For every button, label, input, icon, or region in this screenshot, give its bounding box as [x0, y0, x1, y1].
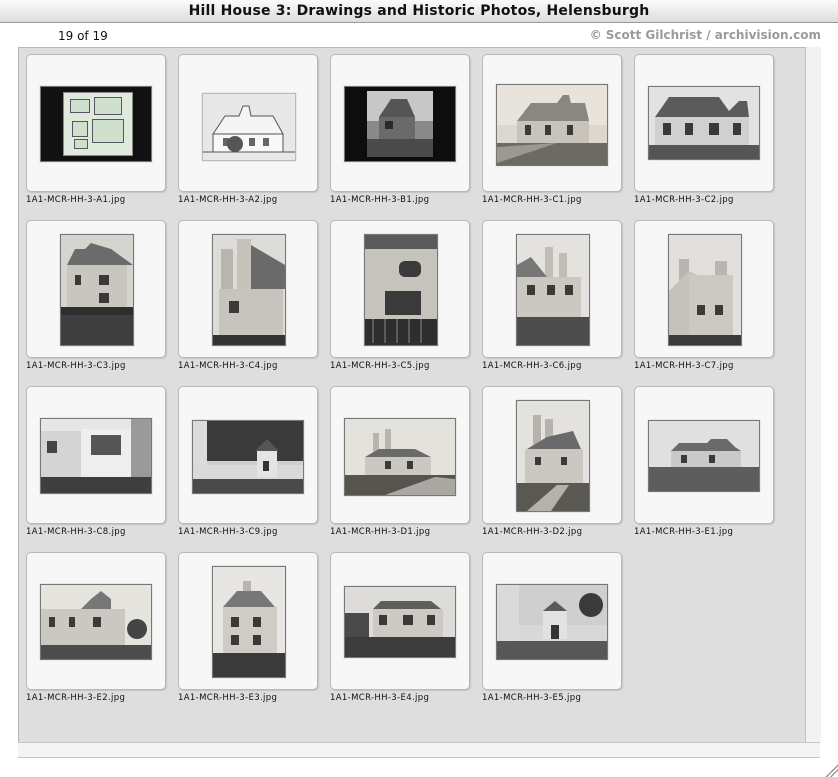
thumbnail-image[interactable]: [344, 586, 456, 658]
thumbnail-frame[interactable]: [330, 54, 470, 192]
thumbnail-image[interactable]: [516, 400, 590, 512]
thumbnail-frame[interactable]: [482, 220, 622, 358]
thumbnail-frame[interactable]: [634, 54, 774, 192]
info-bar: 19 of 19 © Scott Gilchrist / archivision…: [0, 23, 838, 47]
thumbnail-caption: 1A1-MCR-HH-3-C9.jpg: [178, 527, 278, 537]
thumbnail-image[interactable]: [202, 93, 296, 161]
window-title: Hill House 3: Drawings and Historic Phot…: [0, 0, 838, 23]
thumbnail-caption: 1A1-MCR-HH-3-E4.jpg: [330, 693, 430, 703]
thumbnail[interactable]: 1A1-MCR-HH-3-E4.jpg: [330, 552, 470, 718]
thumbnail[interactable]: 1A1-MCR-HH-3-E5.jpg: [482, 552, 622, 718]
thumbnail-caption: 1A1-MCR-HH-3-A2.jpg: [178, 195, 278, 205]
thumbnail-caption: 1A1-MCR-HH-3-B1.jpg: [330, 195, 430, 205]
thumbnail-frame[interactable]: [26, 552, 166, 690]
thumbnail-caption: 1A1-MCR-HH-3-D2.jpg: [482, 527, 583, 537]
thumbnail-image[interactable]: [344, 86, 456, 162]
thumbnail-frame[interactable]: [178, 386, 318, 524]
thumbnail-caption: 1A1-MCR-HH-3-C7.jpg: [634, 361, 734, 371]
thumbnail-image[interactable]: [496, 584, 608, 660]
thumbnail-frame[interactable]: [26, 386, 166, 524]
thumbnail-gallery: 1A1-MCR-HH-3-A1.jpg 1A1-MCR-HH-3-A2.jpg: [18, 47, 806, 742]
vertical-scrollbar[interactable]: [805, 47, 821, 742]
thumbnail[interactable]: 1A1-MCR-HH-3-E3.jpg: [178, 552, 318, 718]
thumbnail-frame[interactable]: [330, 552, 470, 690]
thumbnail-frame[interactable]: [634, 220, 774, 358]
thumbnail-caption: 1A1-MCR-HH-3-D1.jpg: [330, 527, 431, 537]
thumbnail[interactable]: 1A1-MCR-HH-3-D2.jpg: [482, 386, 622, 552]
thumbnail-caption: 1A1-MCR-HH-3-C5.jpg: [330, 361, 430, 371]
thumbnail-image[interactable]: [212, 234, 286, 346]
thumbnail-image[interactable]: [344, 418, 456, 496]
thumbnail[interactable]: 1A1-MCR-HH-3-B1.jpg: [330, 54, 470, 220]
thumbnail-caption: 1A1-MCR-HH-3-E5.jpg: [482, 693, 582, 703]
thumbnail[interactable]: 1A1-MCR-HH-3-C4.jpg: [178, 220, 318, 386]
thumbnail[interactable]: 1A1-MCR-HH-3-A1.jpg: [26, 54, 166, 220]
thumbnail-frame[interactable]: [482, 552, 622, 690]
thumbnail-caption: 1A1-MCR-HH-3-C6.jpg: [482, 361, 582, 371]
thumbnail-frame[interactable]: [330, 386, 470, 524]
thumbnail-caption: 1A1-MCR-HH-3-E2.jpg: [26, 693, 126, 703]
image-count: 19 of 19: [58, 29, 108, 43]
thumbnail[interactable]: 1A1-MCR-HH-3-D1.jpg: [330, 386, 470, 552]
horizontal-scrollbar[interactable]: [18, 742, 820, 758]
thumbnail[interactable]: 1A1-MCR-HH-3-C8.jpg: [26, 386, 166, 552]
thumbnail[interactable]: 1A1-MCR-HH-3-E1.jpg: [634, 386, 774, 552]
thumbnail[interactable]: 1A1-MCR-HH-3-C1.jpg: [482, 54, 622, 220]
thumbnail[interactable]: 1A1-MCR-HH-3-C5.jpg: [330, 220, 470, 386]
thumbnail-caption: 1A1-MCR-HH-3-C3.jpg: [26, 361, 126, 371]
thumbnail-caption: 1A1-MCR-HH-3-C1.jpg: [482, 195, 582, 205]
thumbnail[interactable]: 1A1-MCR-HH-3-C9.jpg: [178, 386, 318, 552]
thumbnail-caption: 1A1-MCR-HH-3-E1.jpg: [634, 527, 734, 537]
thumbnail-image[interactable]: [496, 84, 608, 166]
thumbnail-frame[interactable]: [178, 220, 318, 358]
thumbnail-image[interactable]: [648, 86, 760, 160]
thumbnail-image[interactable]: [40, 418, 152, 494]
thumbnail-image[interactable]: [648, 420, 760, 492]
thumbnail-image[interactable]: [60, 234, 134, 346]
thumbnail-image[interactable]: [40, 584, 152, 660]
thumbnail-frame[interactable]: [178, 54, 318, 192]
thumbnail-image[interactable]: [192, 420, 304, 494]
thumbnail-image[interactable]: [516, 234, 590, 346]
thumbnail-frame[interactable]: [26, 220, 166, 358]
copyright-credit: © Scott Gilchrist / archivision.com: [589, 28, 821, 42]
thumbnail[interactable]: 1A1-MCR-HH-3-C3.jpg: [26, 220, 166, 386]
thumbnail-caption: 1A1-MCR-HH-3-C8.jpg: [26, 527, 126, 537]
thumbnail[interactable]: 1A1-MCR-HH-3-C7.jpg: [634, 220, 774, 386]
thumbnail-caption: 1A1-MCR-HH-3-C2.jpg: [634, 195, 734, 205]
thumbnail[interactable]: 1A1-MCR-HH-3-C6.jpg: [482, 220, 622, 386]
thumbnail[interactable]: 1A1-MCR-HH-3-E2.jpg: [26, 552, 166, 718]
thumbnail-caption: 1A1-MCR-HH-3-C4.jpg: [178, 361, 278, 371]
thumbnail-frame[interactable]: [634, 386, 774, 524]
thumbnail-image[interactable]: [364, 234, 438, 346]
thumbnail-caption: 1A1-MCR-HH-3-E3.jpg: [178, 693, 278, 703]
thumbnail-image[interactable]: [40, 86, 152, 162]
thumbnail-image[interactable]: [668, 234, 742, 346]
thumbnail-frame[interactable]: [330, 220, 470, 358]
thumbnail[interactable]: 1A1-MCR-HH-3-A2.jpg: [178, 54, 318, 220]
thumbnail-caption: 1A1-MCR-HH-3-A1.jpg: [26, 195, 126, 205]
thumbnail-image[interactable]: [212, 566, 286, 678]
thumbnail-frame[interactable]: [26, 54, 166, 192]
thumbnail-frame[interactable]: [482, 54, 622, 192]
thumbnail-frame[interactable]: [178, 552, 318, 690]
thumbnail-frame[interactable]: [482, 386, 622, 524]
resize-grip-icon[interactable]: [822, 761, 838, 777]
thumbnail[interactable]: 1A1-MCR-HH-3-C2.jpg: [634, 54, 774, 220]
